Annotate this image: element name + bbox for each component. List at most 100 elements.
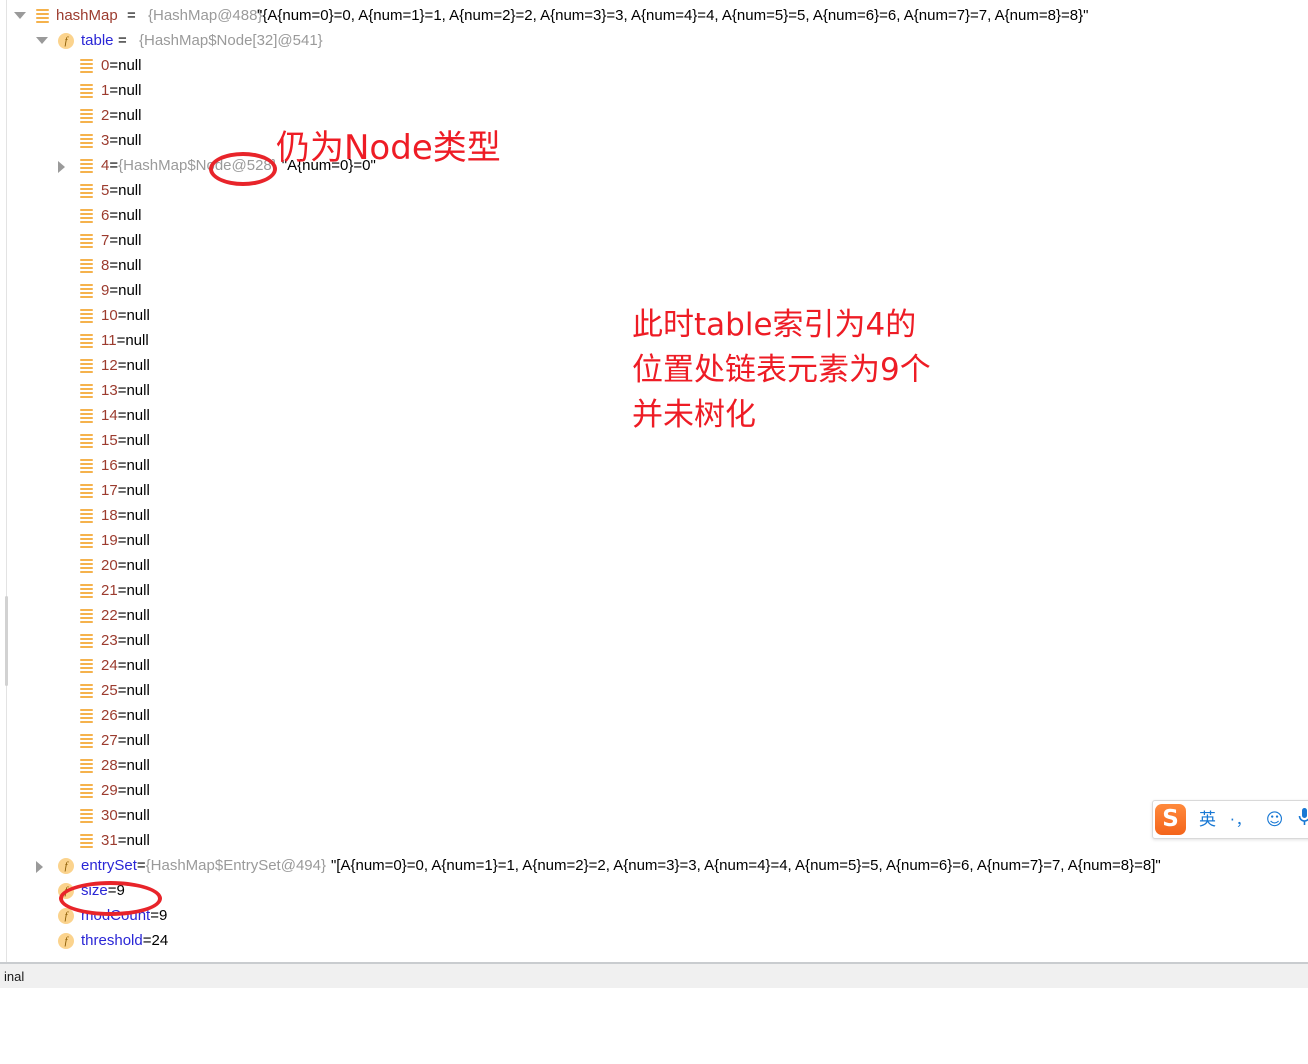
equals-sign: = — [117, 557, 127, 574]
array-index-label: 23 — [101, 632, 118, 649]
field-value: 24 — [151, 932, 169, 949]
array-icon — [80, 634, 93, 648]
array-icon — [80, 784, 93, 798]
equals-sign: = — [117, 832, 127, 849]
array-index-label: 21 — [101, 582, 118, 599]
equals-sign: = — [109, 82, 119, 99]
array-value: null — [118, 257, 142, 274]
annotation-block-line-3: 并未树化 — [632, 397, 756, 433]
array-value: null — [126, 557, 150, 574]
array-icon — [36, 9, 49, 23]
equals-sign: = — [117, 632, 127, 649]
array-value: null — [126, 632, 150, 649]
array-value: null — [126, 757, 150, 774]
array-icon — [80, 759, 93, 773]
vertical-scrollbar-thumb[interactable] — [5, 596, 8, 686]
equals-sign: = — [109, 132, 119, 149]
field-name-label: entrySet — [81, 857, 137, 874]
array-value: null — [126, 832, 150, 849]
field-icon: f — [58, 908, 74, 924]
sogou-ime-toolbar[interactable]: S 英 ·， ☺ — [1152, 800, 1308, 839]
field-value-type: {HashMap$EntrySet@494} — [145, 857, 326, 874]
array-index-label: 5 — [101, 182, 110, 199]
array-icon — [80, 484, 93, 498]
array-icon — [80, 684, 93, 698]
array-icon — [80, 334, 93, 348]
array-icon — [80, 584, 93, 598]
equals-sign: = — [118, 32, 127, 49]
equals-sign: = — [117, 507, 127, 524]
ime-punctuation-button[interactable]: ·， — [1230, 810, 1252, 830]
array-icon — [80, 609, 93, 623]
chevron-down-icon[interactable] — [36, 37, 48, 44]
chevron-down-icon[interactable] — [14, 12, 26, 19]
array-index-label: 26 — [101, 707, 118, 724]
annotation-block: 此时table索引为4的 位置处链表元素为9个 并未树化 — [632, 303, 931, 438]
equals-sign: = — [117, 582, 127, 599]
array-value: null — [126, 307, 150, 324]
annotation-node-type: 仍为Node类型 — [276, 128, 501, 168]
equals-sign: = — [109, 57, 119, 74]
ime-microphone-icon[interactable] — [1298, 807, 1308, 832]
equals-sign: = — [109, 182, 119, 199]
equals-sign: = — [127, 7, 136, 24]
array-index-label: 18 — [101, 507, 118, 524]
array-index-label: 15 — [101, 432, 118, 449]
equals-sign: = — [117, 407, 127, 424]
equals-sign: = — [136, 857, 146, 874]
chevron-right-icon[interactable] — [36, 861, 43, 873]
status-bar-label: inal — [4, 969, 25, 984]
array-icon — [80, 734, 93, 748]
equals-sign: = — [117, 732, 127, 749]
ime-emoji-icon[interactable]: ☺ — [1266, 810, 1284, 830]
array-value: null — [126, 582, 150, 599]
equals-sign: = — [117, 432, 127, 449]
array-index-label: 31 — [101, 832, 118, 849]
equals-sign: = — [109, 232, 119, 249]
array-value: null — [126, 807, 150, 824]
array-index-label: 11 — [101, 332, 117, 349]
variable-type-hashmap: {HashMap@488} — [148, 7, 263, 24]
array-icon — [80, 409, 93, 423]
array-index-label: 10 — [101, 307, 118, 324]
array-index-label: 29 — [101, 782, 118, 799]
array-icon — [80, 809, 93, 823]
debugger-variables-panel[interactable]: hashMap = {HashMap@488} "{A{num=0}=0, A{… — [0, 0, 1308, 963]
status-bar[interactable]: inal — [0, 963, 1308, 989]
equals-sign: = — [117, 482, 127, 499]
annotation-block-line-2: 位置处链表元素为9个 — [632, 352, 931, 388]
array-index-label: 1 — [101, 82, 110, 99]
array-value: null — [118, 107, 142, 124]
array-index-label: 19 — [101, 532, 118, 549]
array-icon — [80, 259, 93, 273]
ime-language-mode-button[interactable]: 英 — [1199, 810, 1216, 830]
sogou-logo-icon[interactable]: S — [1155, 804, 1186, 835]
equals-sign: = — [117, 307, 127, 324]
array-index-label: 13 — [101, 382, 118, 399]
field-type-table: {HashMap$Node[32]@541} — [139, 32, 323, 49]
chevron-right-icon[interactable] — [58, 161, 65, 173]
field-name-table: table — [81, 32, 114, 49]
array-icon — [80, 534, 93, 548]
panel-left-divider — [6, 0, 7, 962]
array-index-label: 30 — [101, 807, 118, 824]
array-icon — [80, 659, 93, 673]
array-index-label: 2 — [101, 107, 110, 124]
array-value: null — [118, 82, 142, 99]
equals-sign: = — [117, 757, 127, 774]
field-name-label: threshold — [81, 932, 143, 949]
array-value: null — [126, 482, 150, 499]
array-index-label: 27 — [101, 732, 118, 749]
array-index-label: 0 — [101, 57, 110, 74]
array-index-label: 12 — [101, 357, 118, 374]
array-icon — [80, 134, 93, 148]
array-index-label: 6 — [101, 207, 110, 224]
variable-value-hashmap: "{A{num=0}=0, A{num=1}=1, A{num=2}=2, A{… — [257, 7, 1089, 24]
array-icon — [80, 834, 93, 848]
array-index-label: 8 — [101, 257, 110, 274]
equals-sign: = — [117, 357, 127, 374]
variable-name-hashmap: hashMap — [56, 7, 118, 24]
equals-sign: = — [117, 607, 127, 624]
array-value: null — [126, 732, 150, 749]
equals-sign: = — [117, 707, 127, 724]
